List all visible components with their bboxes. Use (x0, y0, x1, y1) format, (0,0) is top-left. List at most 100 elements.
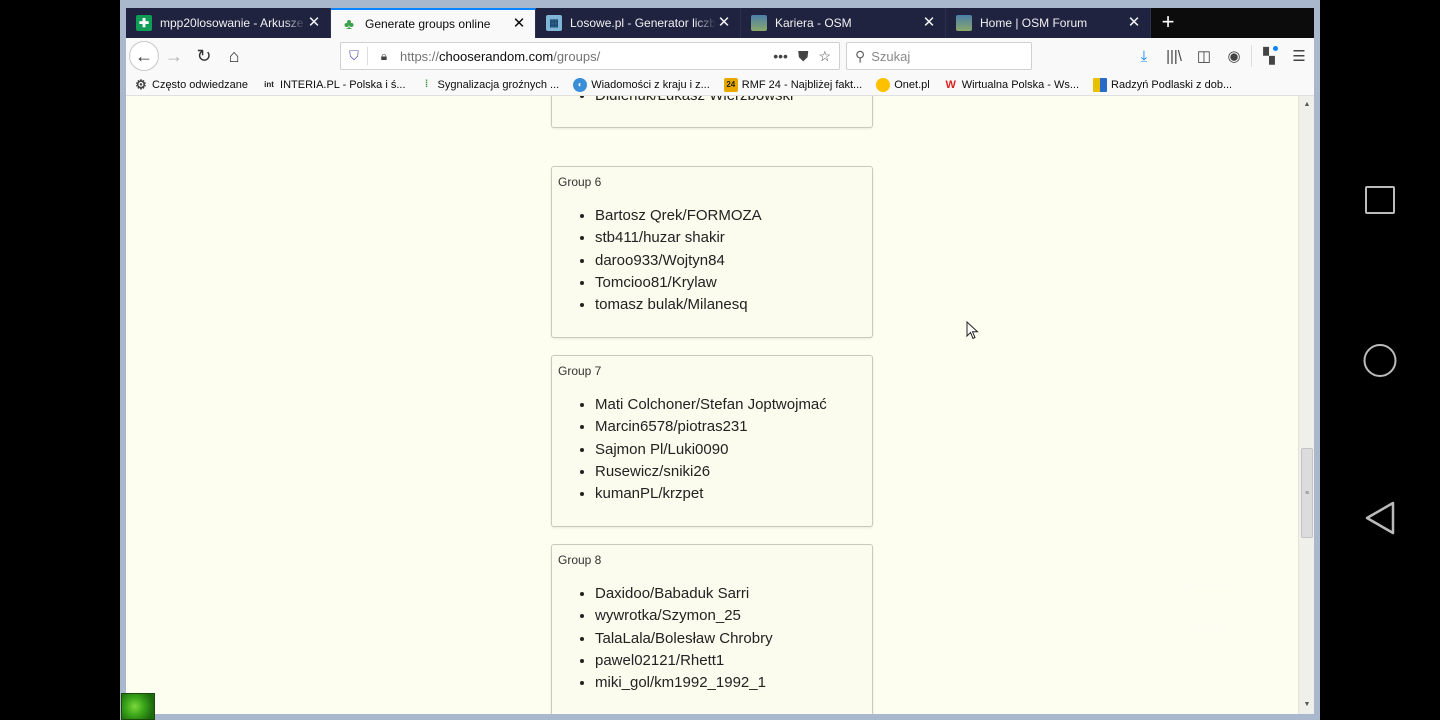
pocket-icon[interactable]: ⛊ (798, 48, 809, 65)
reload-button[interactable]: ↻ (189, 41, 219, 71)
group-member: stb411/huzar shakir (595, 227, 762, 249)
tab-losowe[interactable]: ▦ Losowe.pl - Generator liczb los ✕ (536, 8, 741, 38)
scrollbar-thumb[interactable]: ≡ (1301, 448, 1313, 538)
tab-title: mpp20losowanie - Arkusze Go (160, 16, 306, 30)
url-text[interactable]: https://chooserandom.com/groups/ (400, 49, 773, 64)
nav-toolbar: ← → ↻ ⌂ ⛉ 🔒︎ https://chooserandom.com/gr… (126, 38, 1314, 74)
group-member-list: Bartosz Qrek/FORMOZA stb411/huzar shakir… (595, 205, 762, 316)
group-title: Group 8 (558, 553, 602, 567)
bookmark-sygnalizacja[interactable]: ⁞ Sygnalizacja groźnych ... (420, 78, 560, 92)
wp-icon: W (945, 78, 956, 91)
group-member: Mati Colchoner/Stefan Joptwojmać (595, 394, 827, 416)
arrow-left-icon: ← (135, 45, 153, 66)
lock-icon[interactable]: 🔒︎ (376, 49, 392, 64)
back-nav-button[interactable] (1363, 500, 1397, 536)
close-tab-icon[interactable]: ✕ (921, 15, 937, 31)
bookmark-onet[interactable]: Onet.pl (876, 77, 930, 92)
tab-kariera-osm[interactable]: Kariera - OSM ✕ (741, 8, 946, 38)
bookmark-wirtualna-polska[interactable]: W Wirtualna Polska - Ws... (944, 78, 1079, 92)
bookmark-radzyn[interactable]: Radzyń Podlaski z dob... (1093, 77, 1233, 92)
search-input[interactable] (871, 48, 1022, 64)
new-tab-button[interactable]: + (1151, 8, 1185, 38)
signal-icon: ⁞ (424, 79, 429, 90)
browser-window: ✚ mpp20losowanie - Arkusze Go ✕ ♣ Genera… (120, 0, 1320, 720)
sheets-icon: ✚ (136, 15, 152, 31)
group-member: Rusewicz/sniki26 (595, 461, 827, 483)
bookmark-label: Wirtualna Polska - Ws... (961, 78, 1080, 91)
sidebar-icon[interactable]: ◫ (1189, 41, 1219, 71)
bookmark-label: RMF 24 - Najbliżej fakt... (741, 78, 863, 91)
bookmark-rmf24[interactable]: 24 RMF 24 - Najbliżej fakt... (723, 77, 863, 92)
library-icon[interactable]: |||\ (1159, 41, 1189, 71)
group-member: pawel02121/Rhett1 (595, 650, 773, 672)
back-button[interactable]: ← (129, 41, 159, 71)
menu-icon[interactable]: ☰ (1284, 41, 1314, 71)
arrow-right-icon: → (165, 45, 183, 66)
close-tab-icon[interactable]: ✕ (716, 15, 732, 31)
home-icon: ⌂ (228, 45, 240, 66)
rmf-icon: 24 (723, 77, 738, 92)
tab-title: Generate groups online (365, 17, 491, 31)
plant-thumbnail-icon[interactable] (121, 693, 155, 720)
close-tab-icon[interactable]: ✕ (306, 15, 322, 31)
tab-osm-forum[interactable]: Home | OSM Forum ✕ (946, 8, 1151, 38)
onet-icon (876, 77, 891, 92)
page-actions-icon[interactable]: ••• (773, 48, 788, 64)
url-actions: ••• ⛊ ☆ (773, 48, 839, 65)
url-domain: chooserandom.com (439, 48, 554, 64)
group-member: Daxidoo/Babaduk Sarri (595, 583, 773, 605)
reload-icon: ↻ (196, 45, 212, 66)
url-prefix: https:// (400, 48, 440, 64)
tab-title: Losowe.pl - Generator liczb los (570, 16, 716, 30)
bookmark-czesto-odwiedzane[interactable]: ⚙ Często odwiedzane (134, 77, 248, 92)
bookmark-label: Radzyń Podlaski z dob... (1111, 78, 1233, 91)
whats-new-gift-icon[interactable]: ▚ (1254, 41, 1284, 71)
url-bar[interactable]: ⛉ 🔒︎ https://chooserandom.com/groups/ ••… (340, 42, 840, 70)
bookmark-label: Sygnalizacja groźnych ... (437, 78, 560, 91)
bookmark-wiadomosci[interactable]: ◐ Wiadomości z kraju i z... (573, 77, 710, 92)
screen: ✚ mpp20losowanie - Arkusze Go ✕ ♣ Genera… (0, 0, 1440, 720)
group-card-6: Group 6 Bartosz Qrek/FORMOZA stb411/huza… (551, 166, 873, 338)
bookmark-star-icon[interactable]: ☆ (818, 48, 831, 65)
group-member-list: Didierluk/Łukasz Wierzbowski (595, 96, 793, 107)
browser-frame: ✚ mpp20losowanie - Arkusze Go ✕ ♣ Genera… (126, 8, 1314, 714)
toolbar-right: ⤓ |||\ ◫ ◉ ▚ ☰ (1129, 41, 1314, 71)
group-member: Sajmon Pl/Luki0090 (595, 439, 827, 461)
tab-mpp20losowanie[interactable]: ✚ mpp20losowanie - Arkusze Go ✕ (126, 8, 331, 38)
group-member: kumanPL/krzpet (595, 483, 827, 505)
close-tab-icon[interactable]: ✕ (511, 16, 527, 32)
divider (1251, 45, 1252, 67)
scroll-up-arrow-icon[interactable]: ▲ (1299, 98, 1314, 112)
bookmark-label: Wiadomości z kraju i z... (591, 78, 710, 91)
account-icon[interactable]: ◉ (1219, 41, 1249, 71)
tab-title: Kariera - OSM (775, 16, 852, 30)
tab-title: Home | OSM Forum (980, 16, 1088, 30)
downloads-icon[interactable]: ⤓ (1129, 41, 1159, 71)
search-bar[interactable]: ⚲ (846, 42, 1032, 70)
notification-dot (1273, 46, 1278, 51)
film-icon: ▦ (546, 15, 562, 31)
home-button[interactable]: ⌂ (219, 41, 249, 71)
group-card-7: Group 7 Mati Colchoner/Stefan Joptwojmać… (551, 355, 873, 527)
group-member: TalaLala/Bolesław Chrobry (595, 628, 773, 650)
group-card-8: Group 8 Daxidoo/Babaduk Sarri wywrotka/S… (551, 544, 873, 714)
group-card-partial: Didierluk/Łukasz Wierzbowski (551, 96, 873, 128)
globe-icon: ◐ (573, 77, 588, 92)
home-nav-button[interactable] (1363, 344, 1397, 377)
search-icon: ⚲ (855, 47, 866, 64)
recent-apps-button[interactable] (1365, 186, 1395, 214)
group-member-list: Mati Colchoner/Stefan Joptwojmać Marcin6… (595, 394, 827, 505)
close-tab-icon[interactable]: ✕ (1126, 15, 1142, 31)
scroll-down-arrow-icon[interactable]: ▼ (1299, 698, 1314, 712)
forward-button[interactable]: → (159, 41, 189, 71)
avatar-icon (956, 15, 972, 31)
tracking-shield-icon[interactable]: ⛉ (341, 48, 367, 64)
group-member: wywrotka/Szymon_25 (595, 605, 773, 627)
divider (367, 47, 368, 65)
watermark-screen-shape (1184, 584, 1230, 614)
vertical-scrollbar[interactable]: ▲ ≡ ▼ (1298, 96, 1314, 714)
bookmark-interia[interactable]: int INTERIA.PL - Polska i ś... (262, 78, 405, 92)
group-member: miki_gol/km1992_1992_1 (595, 672, 773, 694)
clover-icon: ♣ (344, 15, 354, 33)
tab-generate-groups[interactable]: ♣ Generate groups online ✕ (331, 8, 536, 38)
